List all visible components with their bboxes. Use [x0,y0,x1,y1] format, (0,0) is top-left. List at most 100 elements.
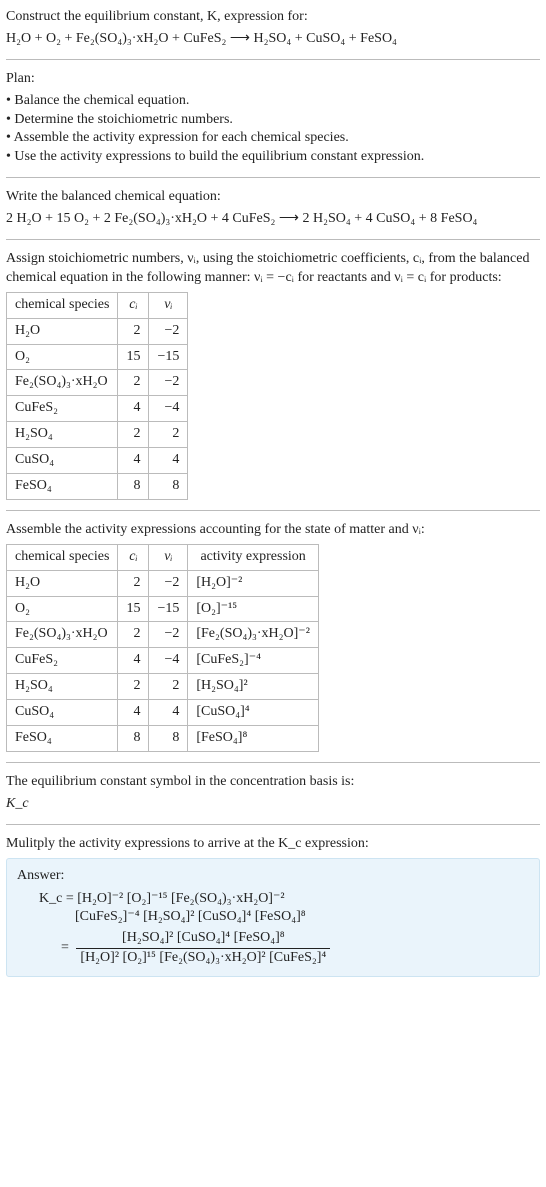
table-row: CuSO₄44[CuSO₄]⁴ [7,700,319,726]
answer-expression: K_c = [H₂O]⁻² [O₂]⁻¹⁵ [Fe₂(SO₄)₃·xH₂O]⁻²… [17,890,529,969]
cell-species: CuSO₄ [7,448,118,474]
table-row: CuFeS₂4−4[CuFeS₂]⁻⁴ [7,648,319,674]
table-row: H₂SO₄22 [7,422,188,448]
answer-box: Answer: K_c = [H₂O]⁻² [O₂]⁻¹⁵ [Fe₂(SO₄)₃… [6,858,540,977]
cell-species: CuFeS₂ [7,396,118,422]
cell-vi: −2 [149,570,188,596]
cell-species: H₂SO₄ [7,674,118,700]
cell-vi: −2 [149,318,188,344]
cell-ci: 2 [118,570,149,596]
cell-vi: −15 [149,344,188,370]
cell-activity: [CuSO₄]⁴ [188,700,319,726]
prompt-section: Construct the equilibrium constant, K, e… [6,8,540,49]
answer-line2: [CuFeS₂]⁻⁴ [H₂SO₄]² [CuSO₄]⁴ [FeSO₄]⁸ [39,908,529,927]
cell-vi: −2 [149,622,188,648]
cell-ci: 4 [118,448,149,474]
cell-species: CuSO₄ [7,700,118,726]
cell-vi: −4 [149,648,188,674]
plan-heading: Plan: [6,70,540,89]
cell-species: H₂O [7,570,118,596]
cell-activity: [H₂SO₄]² [188,674,319,700]
cell-ci: 4 [118,648,149,674]
equals-sign: = [39,939,73,958]
balanced-equation: 2 H₂O + 15 O₂ + 2 Fe₂(SO₄)₃·xH₂O + 4 CuF… [6,210,540,229]
plan-item: • Determine the stoichiometric numbers. [6,111,540,130]
cell-species: O₂ [7,596,118,622]
table-row: Fe₂(SO₄)₃·xH₂O2−2 [7,370,188,396]
kc-heading: The equilibrium constant symbol in the c… [6,773,540,792]
cell-ci: 2 [118,622,149,648]
cell-vi: −15 [149,596,188,622]
answer-line1: K_c = [H₂O]⁻² [O₂]⁻¹⁵ [Fe₂(SO₄)₃·xH₂O]⁻² [39,891,285,906]
divider [6,762,540,763]
table-row: O₂15−15 [7,344,188,370]
plan-item: • Assemble the activity expression for e… [6,129,540,148]
table-row: H₂O2−2[H₂O]⁻² [7,570,319,596]
plan-item: • Use the activity expressions to build … [6,148,540,167]
multiply-section: Mulitply the activity expressions to arr… [6,835,540,977]
table-row: H₂O2−2 [7,318,188,344]
fraction-denominator: [H₂O]² [O₂]¹⁵ [Fe₂(SO₄)₃·xH₂O]² [CuFeS₂]… [76,948,330,968]
cell-activity: [H₂O]⁻² [188,570,319,596]
activity-table: chemical species cᵢ νᵢ activity expressi… [6,544,319,752]
cell-species: FeSO₄ [7,474,118,500]
activity-heading: Assemble the activity expressions accoun… [6,521,540,540]
cell-vi: −2 [149,370,188,396]
document-root: Construct the equilibrium constant, K, e… [0,0,546,993]
cell-species: FeSO₄ [7,726,118,752]
cell-species: Fe₂(SO₄)₃·xH₂O [7,622,118,648]
table-row: H₂SO₄22[H₂SO₄]² [7,674,319,700]
cell-activity: [Fe₂(SO₄)₃·xH₂O]⁻² [188,622,319,648]
col-vi: νᵢ [149,544,188,570]
cell-vi: 8 [149,726,188,752]
cell-ci: 2 [118,422,149,448]
plan-item: • Balance the chemical equation. [6,92,540,111]
cell-ci: 15 [118,596,149,622]
kc-symbol-section: The equilibrium constant symbol in the c… [6,773,540,814]
balanced-heading: Write the balanced chemical equation: [6,188,540,207]
divider [6,510,540,511]
cell-species: H₂O [7,318,118,344]
cell-species: H₂SO₄ [7,422,118,448]
table-header-row: chemical species cᵢ νᵢ activity expressi… [7,544,319,570]
divider [6,59,540,60]
cell-ci: 2 [118,318,149,344]
cell-ci: 8 [118,474,149,500]
col-species: chemical species [7,544,118,570]
table-row: FeSO₄88[FeSO₄]⁸ [7,726,319,752]
cell-ci: 4 [118,396,149,422]
stoich-section: Assign stoichiometric numbers, νᵢ, using… [6,250,540,500]
col-vi: νᵢ [149,292,188,318]
prompt-equation: H₂O + O₂ + Fe₂(SO₄)₃·xH₂O + CuFeS₂ ⟶ H₂S… [6,30,540,49]
cell-ci: 4 [118,700,149,726]
cell-activity: [FeSO₄]⁸ [188,726,319,752]
cell-species: CuFeS₂ [7,648,118,674]
cell-ci: 8 [118,726,149,752]
cell-vi: 4 [149,448,188,474]
cell-activity: [CuFeS₂]⁻⁴ [188,648,319,674]
balanced-section: Write the balanced chemical equation: 2 … [6,188,540,229]
stoich-table: chemical species cᵢ νᵢ H₂O2−2 O₂15−15 Fe… [6,292,188,500]
activity-section: Assemble the activity expressions accoun… [6,521,540,752]
cell-vi: 2 [149,674,188,700]
col-ci: cᵢ [118,544,149,570]
table-row: CuSO₄44 [7,448,188,474]
cell-activity: [O₂]⁻¹⁵ [188,596,319,622]
table-row: O₂15−15[O₂]⁻¹⁵ [7,596,319,622]
cell-vi: −4 [149,396,188,422]
col-activity: activity expression [188,544,319,570]
fraction-numerator: [H₂SO₄]² [CuSO₄]⁴ [FeSO₄]⁸ [76,929,330,948]
divider [6,239,540,240]
col-species: chemical species [7,292,118,318]
stoich-heading: Assign stoichiometric numbers, νᵢ, using… [6,250,540,288]
cell-ci: 2 [118,674,149,700]
table-header-row: chemical species cᵢ νᵢ [7,292,188,318]
table-row: Fe₂(SO₄)₃·xH₂O2−2[Fe₂(SO₄)₃·xH₂O]⁻² [7,622,319,648]
table-row: CuFeS₂4−4 [7,396,188,422]
cell-species: Fe₂(SO₄)₃·xH₂O [7,370,118,396]
cell-vi: 4 [149,700,188,726]
col-ci: cᵢ [118,292,149,318]
cell-ci: 2 [118,370,149,396]
cell-vi: 8 [149,474,188,500]
divider [6,177,540,178]
